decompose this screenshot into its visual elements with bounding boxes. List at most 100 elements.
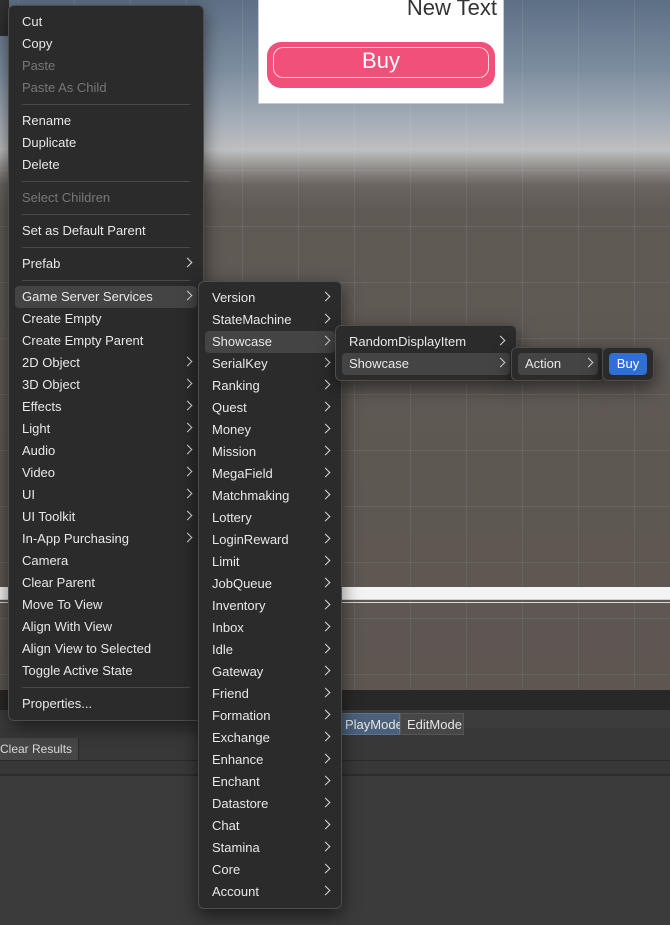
- menu-item-ranking[interactable]: Ranking: [205, 375, 335, 397]
- canvas-buy-button-label: Buy: [362, 48, 400, 73]
- menu-item-align-view-to-selected[interactable]: Align View to Selected: [15, 638, 197, 660]
- menu-item-label: Showcase: [212, 334, 272, 349]
- chevron-right-icon: [495, 335, 506, 346]
- menu-item-properties[interactable]: Properties...: [15, 693, 197, 715]
- chevron-right-icon: [320, 775, 331, 786]
- menu-item-toggle-active-state[interactable]: Toggle Active State: [15, 660, 197, 682]
- menu-item-effects[interactable]: Effects: [15, 396, 197, 418]
- menu-item-in-app-purchasing[interactable]: In-App Purchasing: [15, 528, 197, 550]
- menu-separator: [22, 181, 190, 182]
- menu-item-mission[interactable]: Mission: [205, 441, 335, 463]
- chevron-right-icon: [320, 489, 331, 500]
- menu-item-game-server-services[interactable]: Game Server Services: [15, 286, 197, 308]
- menu-item-create-empty[interactable]: Create Empty: [15, 308, 197, 330]
- menu-item-idle[interactable]: Idle: [205, 639, 335, 661]
- menu-item-gateway[interactable]: Gateway: [205, 661, 335, 683]
- menu-item-statemachine[interactable]: StateMachine: [205, 309, 335, 331]
- menu-item-action[interactable]: Action: [518, 353, 598, 375]
- menu-item-create-empty-parent[interactable]: Create Empty Parent: [15, 330, 197, 352]
- menu-item-megafield[interactable]: MegaField: [205, 463, 335, 485]
- menu-item-label: Light: [22, 421, 51, 436]
- menu-item-video[interactable]: Video: [15, 462, 197, 484]
- menu-item-cut[interactable]: Cut: [15, 11, 197, 33]
- menu-item-set-as-default-parent[interactable]: Set as Default Parent: [15, 220, 197, 242]
- menu-separator: [22, 214, 190, 215]
- menu-item-2d-object[interactable]: 2D Object: [15, 352, 197, 374]
- menu-item-lottery[interactable]: Lottery: [205, 507, 335, 529]
- menu-item-label: Set as Default Parent: [22, 223, 146, 238]
- menu-item-ui-toolkit[interactable]: UI Toolkit: [15, 506, 197, 528]
- menu-item-account[interactable]: Account: [205, 881, 335, 903]
- menu-item-audio[interactable]: Audio: [15, 440, 197, 462]
- chevron-right-icon: [320, 379, 331, 390]
- menu-item-quest[interactable]: Quest: [205, 397, 335, 419]
- menu-item-chat[interactable]: Chat: [205, 815, 335, 837]
- chevron-right-icon: [320, 687, 331, 698]
- showcase-submenu: RandomDisplayItem Showcase: [335, 325, 517, 381]
- menu-item-label: Align With View: [22, 619, 113, 634]
- menu-item-datastore[interactable]: Datastore: [205, 793, 335, 815]
- chevron-right-icon: [182, 444, 193, 455]
- menu-item-3d-object[interactable]: 3D Object: [15, 374, 197, 396]
- menu-item-exchange[interactable]: Exchange: [205, 727, 335, 749]
- menu-item-align-with-view[interactable]: Align With View: [15, 616, 197, 638]
- menu-item-version[interactable]: Version: [205, 287, 335, 309]
- menu-item-money[interactable]: Money: [205, 419, 335, 441]
- menu-item-clear-parent[interactable]: Clear Parent: [15, 572, 197, 594]
- menu-item-label: Paste As Child: [22, 80, 107, 95]
- action-submenu: Buy: [602, 347, 654, 381]
- menu-item-limit[interactable]: Limit: [205, 551, 335, 573]
- menu-item-delete[interactable]: Delete: [15, 154, 197, 176]
- menu-item-light[interactable]: Light: [15, 418, 197, 440]
- menu-item-showcase[interactable]: Showcase: [205, 331, 335, 353]
- menu-item-enchant[interactable]: Enchant: [205, 771, 335, 793]
- menu-separator: [22, 104, 190, 105]
- menu-item-formation[interactable]: Formation: [205, 705, 335, 727]
- menu-item-ui[interactable]: UI: [15, 484, 197, 506]
- menu-item-label: Enhance: [212, 752, 264, 767]
- menu-item-prefab[interactable]: Prefab: [15, 253, 197, 275]
- menu-item-showcase[interactable]: Showcase: [342, 353, 510, 375]
- menu-item-duplicate[interactable]: Duplicate: [15, 132, 197, 154]
- chevron-right-icon: [320, 885, 331, 896]
- canvas-buy-button[interactable]: Buy: [267, 42, 495, 88]
- tab-editmode[interactable]: EditMode: [400, 713, 464, 735]
- menu-item-randomdisplayitem[interactable]: RandomDisplayItem: [342, 331, 510, 353]
- menu-item-label: Mission: [212, 444, 257, 459]
- clear-results-button[interactable]: Clear Results: [0, 738, 79, 760]
- menu-item-buy[interactable]: Buy: [609, 353, 647, 375]
- menu-item-inventory[interactable]: Inventory: [205, 595, 335, 617]
- menu-item-matchmaking[interactable]: Matchmaking: [205, 485, 335, 507]
- menu-item-label: Buy: [616, 356, 640, 371]
- chevron-right-icon: [320, 467, 331, 478]
- menu-item-label: RandomDisplayItem: [349, 334, 467, 349]
- menu-item-inbox[interactable]: Inbox: [205, 617, 335, 639]
- menu-item-label: Showcase: [349, 356, 409, 371]
- menu-item-stamina[interactable]: Stamina: [205, 837, 335, 859]
- chevron-right-icon: [182, 378, 193, 389]
- tab-playmode[interactable]: PlayMode: [338, 713, 403, 735]
- menu-item-label: SerialKey: [212, 356, 268, 371]
- ui-canvas-preview: New Text Buy: [258, 0, 504, 104]
- chevron-right-icon: [320, 555, 331, 566]
- menu-item-label: Matchmaking: [212, 488, 290, 503]
- menu-item-serialkey[interactable]: SerialKey: [205, 353, 335, 375]
- chevron-right-icon: [320, 665, 331, 676]
- menu-item-friend[interactable]: Friend: [205, 683, 335, 705]
- chevron-right-icon: [583, 357, 594, 368]
- chevron-right-icon: [320, 797, 331, 808]
- menu-item-camera[interactable]: Camera: [15, 550, 197, 572]
- menu-item-loginreward[interactable]: LoginReward: [205, 529, 335, 551]
- chevron-right-icon: [320, 841, 331, 852]
- chevron-right-icon: [320, 621, 331, 632]
- menu-item-core[interactable]: Core: [205, 859, 335, 881]
- chevron-right-icon: [182, 257, 193, 268]
- menu-item-move-to-view[interactable]: Move To View: [15, 594, 197, 616]
- menu-item-enhance[interactable]: Enhance: [205, 749, 335, 771]
- menu-item-label: Create Empty Parent: [22, 333, 144, 348]
- menu-item-label: Rename: [22, 113, 72, 128]
- menu-item-jobqueue[interactable]: JobQueue: [205, 573, 335, 595]
- menu-item-rename[interactable]: Rename: [15, 110, 197, 132]
- menu-item-label: Video: [22, 465, 56, 480]
- menu-item-copy[interactable]: Copy: [15, 33, 197, 55]
